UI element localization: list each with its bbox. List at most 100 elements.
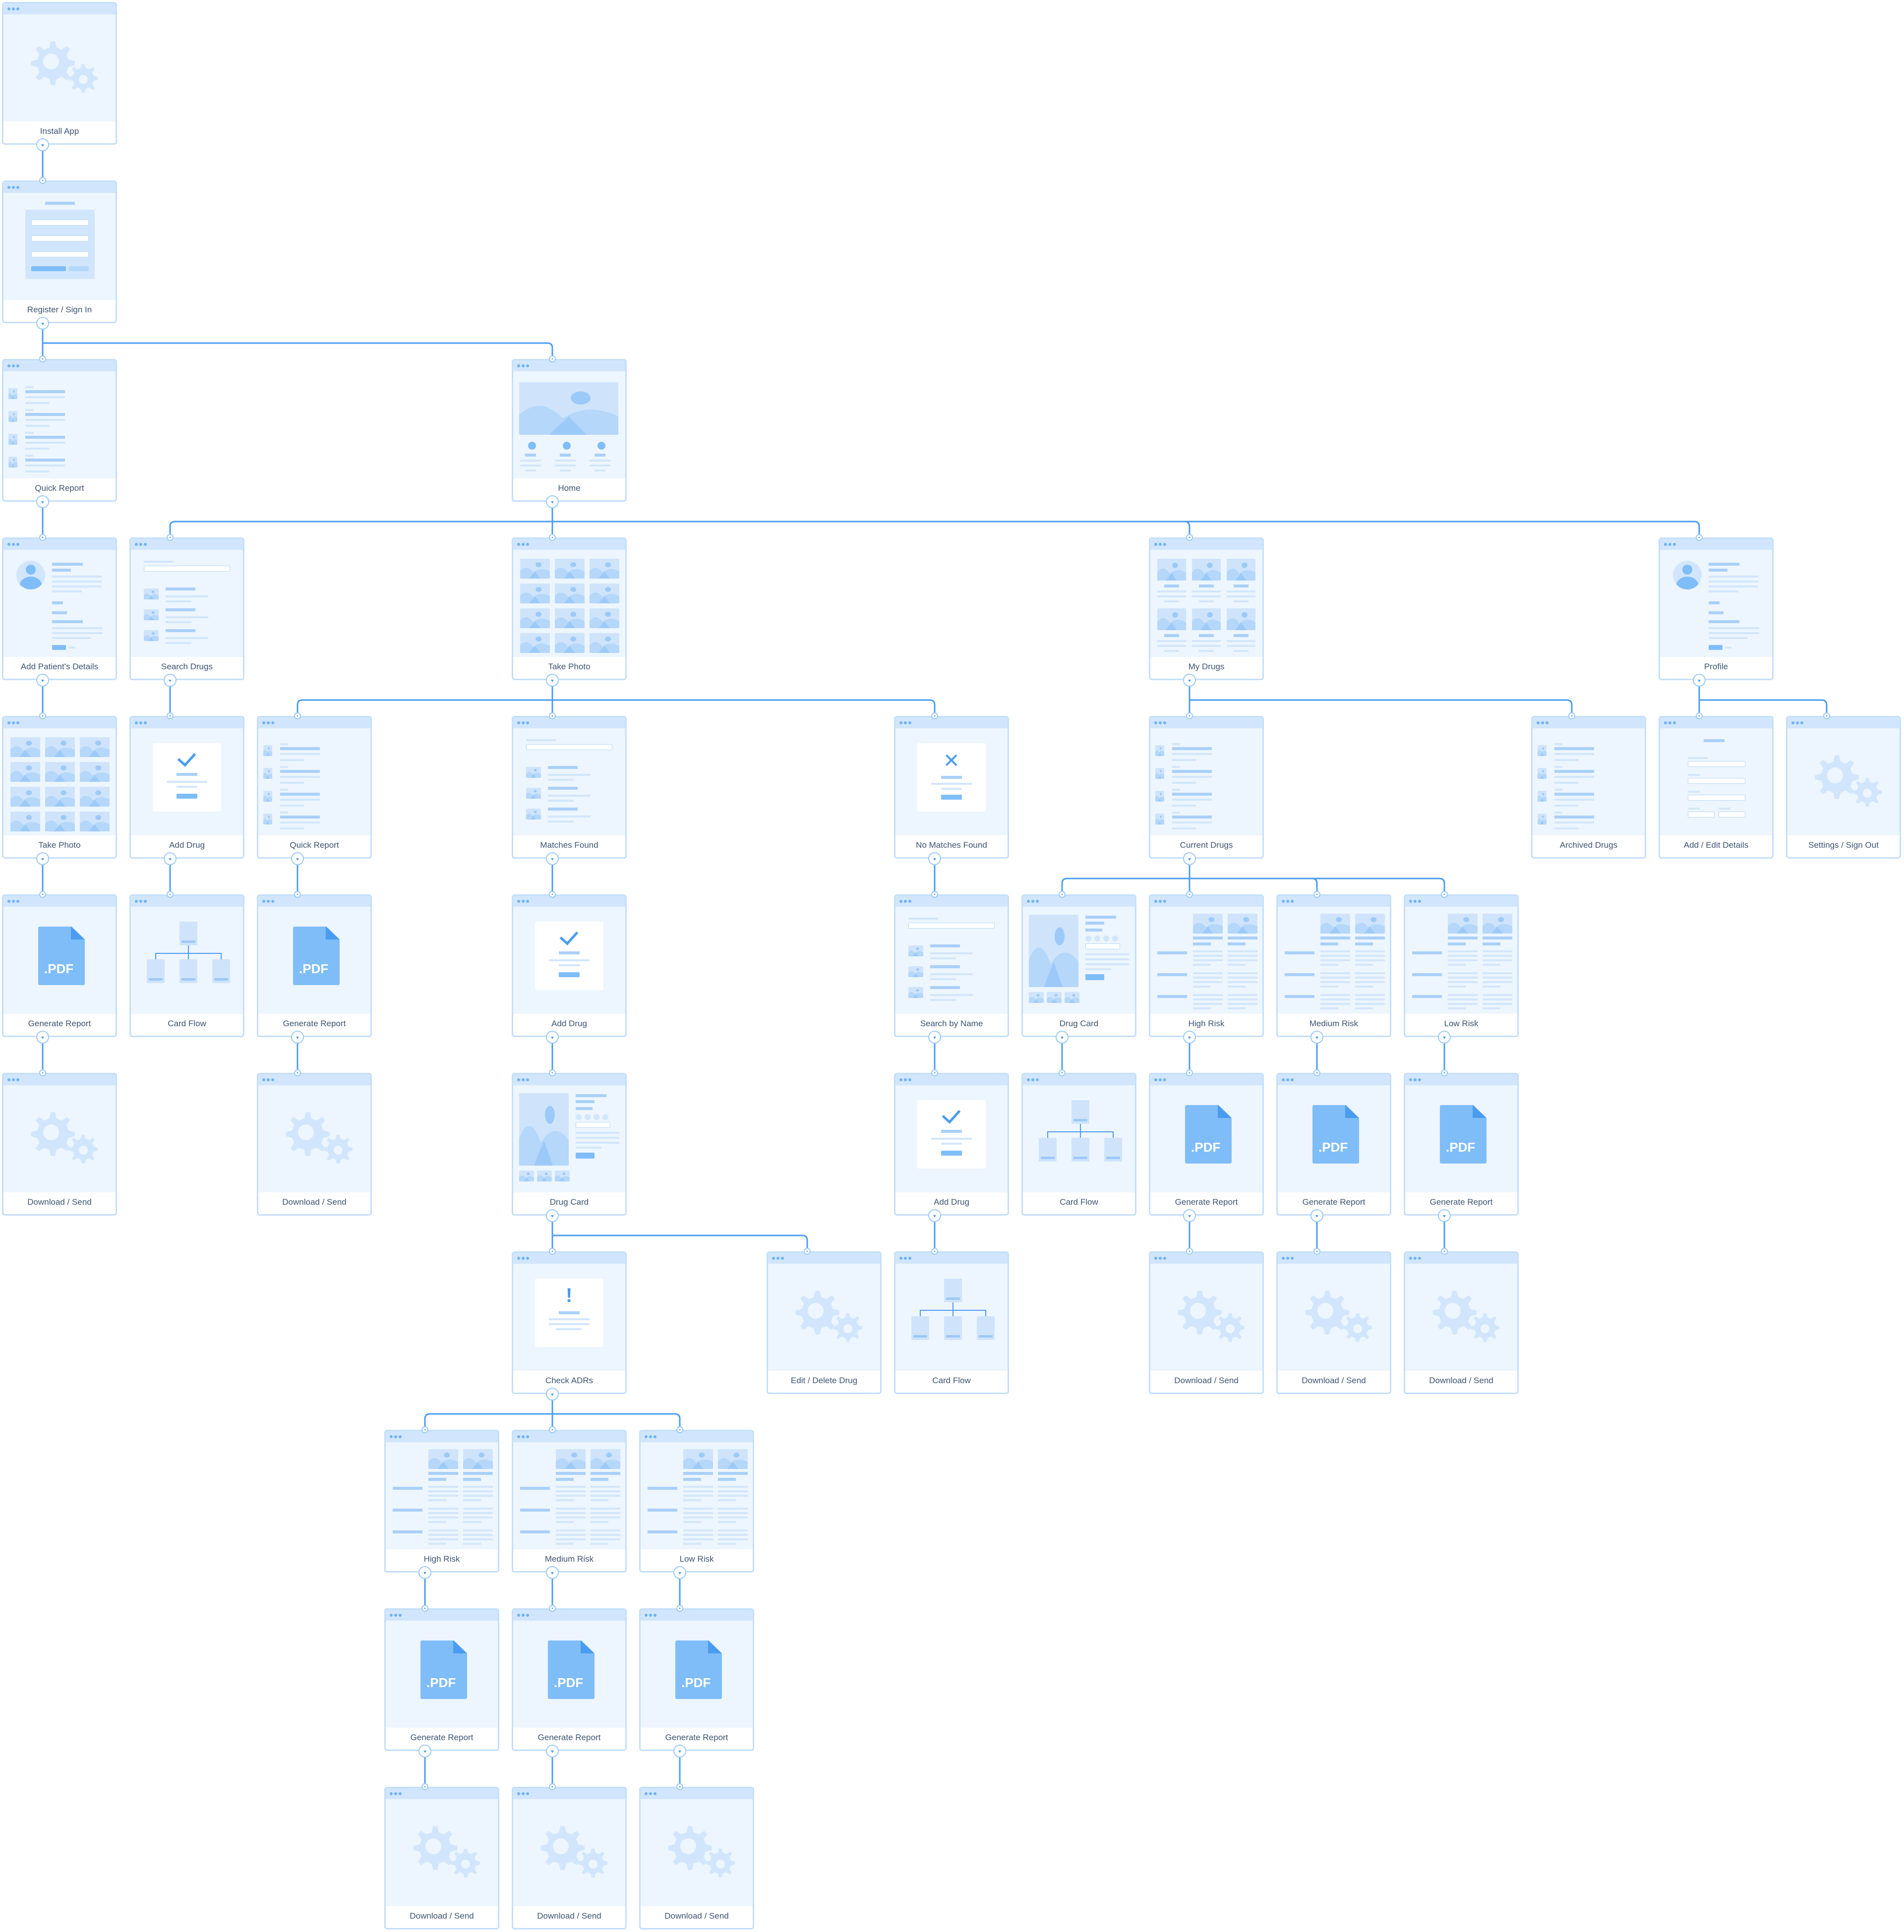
- connector-in-handle-icon[interactable]: [1568, 712, 1575, 719]
- connector-in-handle-icon[interactable]: [167, 534, 174, 541]
- screen-card-download-send[interactable]: Download / Send: [2, 1073, 117, 1216]
- connector-out-handle-icon[interactable]: [164, 852, 177, 865]
- connector-in-handle-icon[interactable]: [167, 891, 174, 898]
- connector-in-handle-icon[interactable]: [676, 1426, 683, 1433]
- connector-out-handle-icon[interactable]: [1183, 852, 1196, 865]
- connector-in-handle-icon[interactable]: [39, 534, 46, 541]
- connector-in-handle-icon[interactable]: [549, 1248, 556, 1255]
- screen-card-high-risk[interactable]: High Risk: [384, 1430, 499, 1573]
- connector-in-handle-icon[interactable]: [549, 1605, 556, 1612]
- connector-out-handle-icon[interactable]: [546, 1031, 559, 1044]
- connector-in-handle-icon[interactable]: [294, 712, 301, 719]
- connector-out-handle-icon[interactable]: [928, 852, 941, 865]
- connector-out-handle-icon[interactable]: [36, 852, 49, 865]
- connector-out-handle-icon[interactable]: [546, 1388, 559, 1401]
- screen-card-generate-report[interactable]: .PDF Generate Report: [1149, 1073, 1264, 1216]
- screen-card-take-photo[interactable]: Take Photo: [2, 716, 117, 859]
- screen-card-low-risk[interactable]: Low Risk: [639, 1430, 754, 1573]
- screen-card-quick-report[interactable]: Quick Report: [257, 716, 372, 859]
- screen-card-generate-report[interactable]: .PDF Generate Report: [1404, 1073, 1519, 1216]
- screen-card-download-send[interactable]: Download / Send: [1149, 1251, 1264, 1394]
- connector-in-handle-icon[interactable]: [1313, 891, 1320, 898]
- connector-in-handle-icon[interactable]: [1059, 1069, 1066, 1076]
- connector-in-handle-icon[interactable]: [676, 1605, 683, 1612]
- connector-out-handle-icon[interactable]: [1183, 1031, 1196, 1044]
- screen-card-add-patient-s-details[interactable]: Add Patient's Details: [2, 537, 117, 680]
- connector-in-handle-icon[interactable]: [1186, 1069, 1193, 1076]
- screen-card-search-by-name[interactable]: Search by Name: [894, 894, 1009, 1037]
- screen-card-add-drug[interactable]: Add Drug: [894, 1073, 1009, 1216]
- screen-card-download-send[interactable]: Download / Send: [257, 1073, 372, 1216]
- screen-card-install-app[interactable]: Install App: [2, 2, 117, 145]
- connector-in-handle-icon[interactable]: [1186, 891, 1193, 898]
- connector-out-handle-icon[interactable]: [546, 1745, 559, 1757]
- screen-card-add-edit-details[interactable]: Add / Edit Details: [1659, 716, 1774, 859]
- connector-in-handle-icon[interactable]: [421, 1783, 428, 1790]
- connector-in-handle-icon[interactable]: [549, 355, 556, 362]
- screen-card-home[interactable]: Home: [512, 359, 627, 502]
- screen-card-generate-report[interactable]: .PDF Generate Report: [384, 1608, 499, 1751]
- connector-in-handle-icon[interactable]: [931, 1069, 938, 1076]
- connector-in-handle-icon[interactable]: [167, 712, 174, 719]
- connector-in-handle-icon[interactable]: [39, 891, 46, 898]
- connector-out-handle-icon[interactable]: [546, 1209, 559, 1222]
- connector-out-handle-icon[interactable]: [1183, 674, 1196, 687]
- screen-card-current-drugs[interactable]: Current Drugs: [1149, 716, 1264, 859]
- connector-in-handle-icon[interactable]: [1186, 1248, 1193, 1255]
- connector-out-handle-icon[interactable]: [36, 1031, 49, 1044]
- connector-in-handle-icon[interactable]: [549, 1426, 556, 1433]
- screen-card-generate-report[interactable]: .PDF Generate Report: [512, 1608, 627, 1751]
- screen-card-low-risk[interactable]: Low Risk: [1404, 894, 1519, 1037]
- screen-card-medium-risk[interactable]: Medium Risk: [1276, 894, 1391, 1037]
- connector-in-handle-icon[interactable]: [1186, 712, 1193, 719]
- screen-card-search-drugs[interactable]: Search Drugs: [129, 537, 244, 680]
- connector-in-handle-icon[interactable]: [421, 1605, 428, 1612]
- connector-in-handle-icon[interactable]: [1313, 1069, 1320, 1076]
- connector-out-handle-icon[interactable]: [673, 1745, 686, 1757]
- connector-in-handle-icon[interactable]: [549, 712, 556, 719]
- screen-card-high-risk[interactable]: High Risk: [1149, 894, 1264, 1037]
- connector-out-handle-icon[interactable]: [36, 674, 49, 687]
- connector-out-handle-icon[interactable]: [36, 317, 49, 330]
- screen-card-download-send[interactable]: Download / Send: [639, 1787, 754, 1930]
- connector-in-handle-icon[interactable]: [931, 1248, 938, 1255]
- connector-in-handle-icon[interactable]: [39, 177, 46, 184]
- connector-in-handle-icon[interactable]: [549, 534, 556, 541]
- connector-in-handle-icon[interactable]: [1059, 891, 1066, 898]
- screen-card-profile[interactable]: Profile: [1659, 537, 1774, 680]
- screen-card-drug-card[interactable]: Drug Card: [1021, 894, 1136, 1037]
- screen-card-download-send[interactable]: Download / Send: [1276, 1251, 1391, 1394]
- connector-in-handle-icon[interactable]: [1823, 712, 1830, 719]
- connector-in-handle-icon[interactable]: [39, 355, 46, 362]
- connector-in-handle-icon[interactable]: [549, 1783, 556, 1790]
- connector-out-handle-icon[interactable]: [546, 1566, 559, 1579]
- screen-card-generate-report[interactable]: .PDF Generate Report: [639, 1608, 754, 1751]
- screen-card-card-flow[interactable]: Card Flow: [129, 894, 244, 1037]
- connector-out-handle-icon[interactable]: [673, 1566, 686, 1579]
- screen-card-generate-report[interactable]: .PDF Generate Report: [257, 894, 372, 1037]
- connector-in-handle-icon[interactable]: [549, 891, 556, 898]
- connector-out-handle-icon[interactable]: [546, 852, 559, 865]
- connector-out-handle-icon[interactable]: [164, 674, 177, 687]
- connector-out-handle-icon[interactable]: [36, 495, 49, 508]
- screen-card-card-flow[interactable]: Card Flow: [1021, 1073, 1136, 1216]
- screen-card-download-send[interactable]: Download / Send: [384, 1787, 499, 1930]
- connector-in-handle-icon[interactable]: [1186, 534, 1193, 541]
- connector-out-handle-icon[interactable]: [1438, 1031, 1451, 1044]
- screen-card-register-sign-in[interactable]: Register / Sign In: [2, 180, 117, 323]
- connector-in-handle-icon[interactable]: [1441, 1069, 1448, 1076]
- connector-out-handle-icon[interactable]: [418, 1566, 431, 1579]
- screen-card-no-matches-found[interactable]: ✕ No Matches Found: [894, 716, 1009, 859]
- screen-card-download-send[interactable]: Download / Send: [1404, 1251, 1519, 1394]
- connector-out-handle-icon[interactable]: [1310, 1031, 1323, 1044]
- connector-in-handle-icon[interactable]: [676, 1783, 683, 1790]
- screen-card-drug-card[interactable]: Drug Card: [512, 1073, 627, 1216]
- connector-in-handle-icon[interactable]: [39, 1069, 46, 1076]
- connector-in-handle-icon[interactable]: [421, 1426, 428, 1433]
- connector-in-handle-icon[interactable]: [804, 1248, 811, 1255]
- screen-card-matches-found[interactable]: Matches Found: [512, 716, 627, 859]
- screen-card-take-photo[interactable]: Take Photo: [512, 537, 627, 680]
- screen-card-medium-risk[interactable]: Medium Risk: [512, 1430, 627, 1573]
- connector-out-handle-icon[interactable]: [1310, 1209, 1323, 1222]
- screen-card-settings-sign-out[interactable]: Settings / Sign Out: [1786, 716, 1901, 859]
